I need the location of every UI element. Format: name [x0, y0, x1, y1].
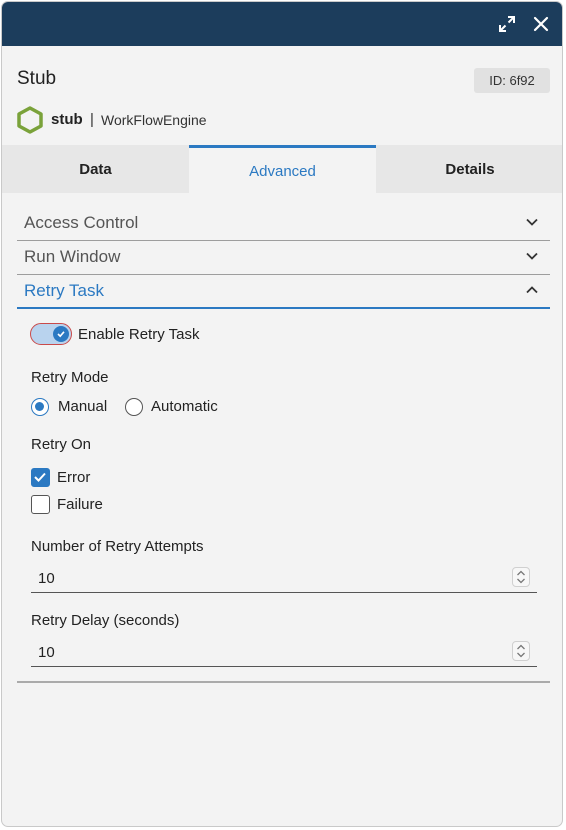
- retry-delay-value: 10: [38, 644, 55, 661]
- chevron-down-icon: [526, 252, 538, 260]
- checkbox-error-label: Error: [57, 469, 91, 486]
- radio-manual-label: Manual: [58, 398, 108, 415]
- checkbox-error[interactable]: [31, 468, 50, 487]
- close-icon[interactable]: [530, 13, 552, 35]
- retry-attempts-label: Number of Retry Attempts: [31, 538, 204, 555]
- section-label: Run Window: [24, 247, 121, 266]
- title-bar: [2, 2, 562, 46]
- toggle-knob: [53, 326, 69, 342]
- section-divider: [17, 681, 550, 683]
- checkbox-failure[interactable]: [31, 495, 50, 514]
- number-stepper[interactable]: [512, 641, 530, 661]
- checkmark-icon: [57, 331, 65, 338]
- enable-retry-toggle[interactable]: [30, 323, 72, 345]
- radio-automatic[interactable]: [125, 398, 143, 416]
- radio-automatic-label: Automatic: [151, 398, 218, 415]
- section-retry-task[interactable]: Retry Task: [17, 275, 550, 309]
- stepper-arrows-icon: [517, 644, 525, 658]
- expand-icon[interactable]: [496, 13, 518, 35]
- retry-delay-label: Retry Delay (seconds): [31, 612, 180, 629]
- section-run-window[interactable]: Run Window: [17, 241, 550, 275]
- engine-name: WorkFlowEngine: [101, 112, 207, 128]
- tab-advanced[interactable]: Advanced: [189, 145, 376, 193]
- retry-delay-input[interactable]: 10: [31, 641, 537, 667]
- section-label: Retry Task: [24, 281, 104, 300]
- task-name: stub: [51, 111, 83, 128]
- radio-manual[interactable]: [31, 398, 49, 416]
- stepper-arrows-icon: [517, 570, 525, 584]
- tab-bar: Data Advanced Details: [2, 145, 562, 193]
- retry-attempts-value: 10: [38, 570, 55, 587]
- chevron-up-icon: [526, 286, 538, 294]
- workflow-task-panel: Stub ID: 6f92 stub | WorkFlowEngine Data…: [1, 1, 563, 827]
- retry-mode-label: Retry Mode: [31, 369, 109, 386]
- id-badge: ID: 6f92: [474, 68, 550, 93]
- subtitle-separator: |: [90, 111, 94, 128]
- retry-on-label: Retry On: [31, 436, 92, 453]
- retry-attempts-input[interactable]: 10: [31, 567, 537, 593]
- number-stepper[interactable]: [512, 567, 530, 587]
- enable-retry-label: Enable Retry Task: [78, 326, 200, 343]
- page-title: Stub: [17, 68, 57, 89]
- hexagon-icon: [17, 106, 43, 134]
- section-label: Access Control: [24, 213, 139, 232]
- checkmark-icon: [34, 472, 46, 482]
- tab-details[interactable]: Details: [376, 145, 562, 193]
- tab-data[interactable]: Data: [2, 145, 189, 193]
- checkbox-failure-label: Failure: [57, 496, 103, 513]
- section-access-control[interactable]: Access Control: [17, 207, 550, 241]
- chevron-down-icon: [526, 218, 538, 226]
